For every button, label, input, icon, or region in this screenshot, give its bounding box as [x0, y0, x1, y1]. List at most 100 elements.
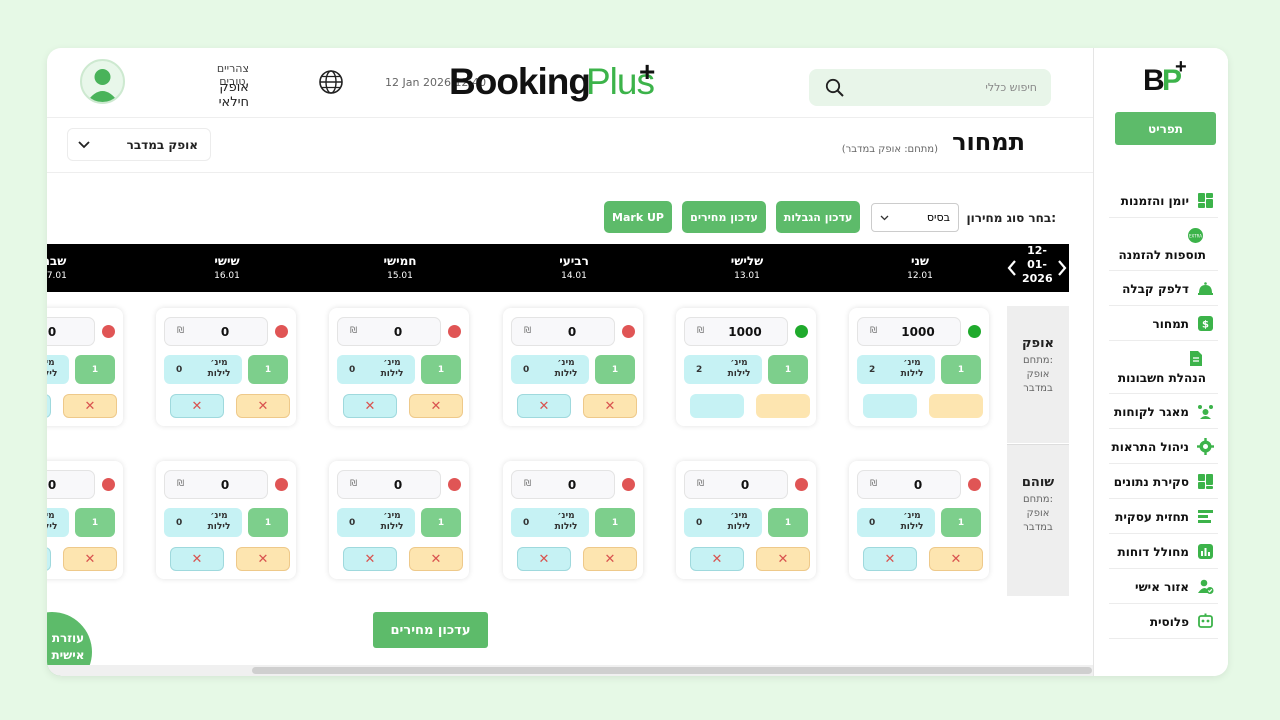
- availability-status-dot[interactable]: [448, 478, 461, 491]
- availability-status-dot[interactable]: [795, 325, 808, 338]
- global-search[interactable]: חיפוש כללי: [809, 69, 1051, 106]
- scrollbar-thumb[interactable]: [252, 667, 1092, 674]
- close-arrival-toggle[interactable]: ✕: [517, 394, 571, 418]
- sidebar-item-2[interactable]: דלפק קבלה: [1093, 271, 1228, 306]
- price-input[interactable]: ₪ 1000: [684, 317, 788, 346]
- close-departure-toggle[interactable]: ✕: [63, 547, 117, 571]
- close-departure-toggle[interactable]: ✕: [583, 394, 637, 418]
- close-departure-toggle[interactable]: ✕: [409, 394, 463, 418]
- min-nights-field[interactable]: 0מינ׳ לילות: [337, 508, 415, 537]
- menu-button[interactable]: תפריט: [1115, 112, 1216, 145]
- rooms-count[interactable]: 1: [595, 508, 635, 537]
- price-input[interactable]: ₪0: [47, 470, 95, 499]
- rooms-count[interactable]: 1: [941, 355, 981, 384]
- sidebar-item-0[interactable]: יומן והזמנות: [1093, 183, 1228, 218]
- markup-button[interactable]: Mark UP: [604, 201, 672, 233]
- close-departure-toggle[interactable]: ✕: [756, 547, 810, 571]
- min-nights-field[interactable]: 0מינ׳ לילות: [511, 508, 589, 537]
- close-departure-toggle[interactable]: [929, 394, 983, 418]
- price-input[interactable]: ₪0: [511, 470, 615, 499]
- availability-status-dot[interactable]: [622, 325, 635, 338]
- update-restrictions-button[interactable]: עדכון הגבלות: [776, 201, 860, 233]
- close-departure-toggle[interactable]: ✕: [929, 547, 983, 571]
- min-nights-field[interactable]: 2 מינ׳ לילות: [684, 355, 762, 384]
- rooms-count[interactable]: 1: [941, 508, 981, 537]
- sidebar-item-11[interactable]: פלוסית: [1093, 604, 1228, 639]
- price-input[interactable]: ₪ 1000: [857, 317, 961, 346]
- price-input[interactable]: ₪0: [164, 470, 268, 499]
- update-prices-bottom-button[interactable]: עדכון מחירים: [373, 612, 488, 648]
- availability-status-dot[interactable]: [448, 325, 461, 338]
- sidebar-item-3[interactable]: $ תמחור: [1093, 306, 1228, 341]
- rooms-count[interactable]: 1: [248, 355, 288, 384]
- sidebar-item-10[interactable]: אזור אישי: [1093, 569, 1228, 604]
- close-arrival-toggle[interactable]: [863, 394, 917, 418]
- sidebar-item-7[interactable]: סקירת נתונים: [1093, 464, 1228, 499]
- rooms-count[interactable]: 1: [75, 355, 115, 384]
- availability-status-dot[interactable]: [102, 325, 115, 338]
- rooms-count[interactable]: 1: [768, 355, 808, 384]
- close-departure-toggle[interactable]: ✕: [409, 547, 463, 571]
- globe-icon[interactable]: [318, 69, 344, 95]
- sidebar-item-6[interactable]: ניהול התראות: [1093, 429, 1228, 464]
- close-arrival-toggle[interactable]: ✕: [343, 547, 397, 571]
- min-nights-field[interactable]: 0מינ׳ לילות: [684, 508, 762, 537]
- close-departure-toggle[interactable]: [756, 394, 810, 418]
- price-input[interactable]: ₪0: [511, 317, 615, 346]
- chevron-left-icon[interactable]: [1005, 258, 1019, 278]
- search-icon[interactable]: [825, 78, 845, 98]
- sidebar-item-4[interactable]: הנהלת חשבונות: [1093, 341, 1228, 394]
- min-nights-field[interactable]: 0מינ׳ לילות: [47, 508, 69, 537]
- min-nights-field[interactable]: 0מינ׳ לילות: [511, 355, 589, 384]
- horizontal-scrollbar[interactable]: [47, 665, 1093, 676]
- price-input[interactable]: ₪0: [337, 317, 441, 346]
- price-input[interactable]: ₪0: [857, 470, 961, 499]
- sidebar-item-9[interactable]: מחולל דוחות: [1093, 534, 1228, 569]
- min-nights-field[interactable]: 0מינ׳ לילות: [857, 508, 935, 537]
- close-departure-toggle[interactable]: ✕: [583, 547, 637, 571]
- availability-status-dot[interactable]: [968, 478, 981, 491]
- availability-status-dot[interactable]: [795, 478, 808, 491]
- rate-type-select[interactable]: בסיס: [871, 203, 959, 232]
- availability-status-dot[interactable]: [102, 478, 115, 491]
- update-prices-button[interactable]: עדכון מחירים: [682, 201, 766, 233]
- min-nights-field[interactable]: 0מינ׳ לילות: [47, 355, 69, 384]
- sidebar-item-1[interactable]: EXTRA תוספות להזמנה: [1093, 218, 1228, 271]
- close-departure-toggle[interactable]: ✕: [236, 394, 290, 418]
- close-arrival-toggle[interactable]: [690, 394, 744, 418]
- min-nights-field[interactable]: 0מינ׳ לילות: [164, 355, 242, 384]
- price-input[interactable]: ₪0: [164, 317, 268, 346]
- bp-logo[interactable]: B P +: [1141, 58, 1191, 94]
- close-arrival-toggle[interactable]: ✕: [170, 547, 224, 571]
- min-nights-field[interactable]: 0מינ׳ לילות: [337, 355, 415, 384]
- close-arrival-toggle[interactable]: ✕: [863, 547, 917, 571]
- rooms-count[interactable]: 1: [421, 355, 461, 384]
- availability-status-dot[interactable]: [622, 478, 635, 491]
- close-departure-toggle[interactable]: ✕: [63, 394, 117, 418]
- close-arrival-toggle[interactable]: ✕: [343, 394, 397, 418]
- avatar[interactable]: [80, 59, 125, 104]
- price-input[interactable]: ₪0: [337, 470, 441, 499]
- availability-status-dot[interactable]: [968, 325, 981, 338]
- sidebar-item-8[interactable]: תחזית עסקית: [1093, 499, 1228, 534]
- close-arrival-toggle[interactable]: ✕: [170, 394, 224, 418]
- close-arrival-toggle[interactable]: ✕: [47, 394, 51, 418]
- close-departure-toggle[interactable]: ✕: [236, 547, 290, 571]
- price-input[interactable]: ₪0: [684, 470, 788, 499]
- price-input[interactable]: ₪0: [47, 317, 95, 346]
- min-nights-field[interactable]: 2 מינ׳ לילות: [857, 355, 935, 384]
- rooms-count[interactable]: 1: [768, 508, 808, 537]
- availability-status-dot[interactable]: [275, 325, 288, 338]
- rooms-count[interactable]: 1: [248, 508, 288, 537]
- close-arrival-toggle[interactable]: ✕: [47, 547, 51, 571]
- rooms-count[interactable]: 1: [421, 508, 461, 537]
- close-arrival-toggle[interactable]: ✕: [690, 547, 744, 571]
- search-input[interactable]: חיפוש כללי: [985, 81, 1037, 94]
- rooms-count[interactable]: 1: [75, 508, 115, 537]
- rooms-count[interactable]: 1: [595, 355, 635, 384]
- min-nights-field[interactable]: 0מינ׳ לילות: [164, 508, 242, 537]
- sidebar-item-5[interactable]: מאגר לקוחות: [1093, 394, 1228, 429]
- close-arrival-toggle[interactable]: ✕: [517, 547, 571, 571]
- complex-dropdown[interactable]: אופק במדבר: [67, 128, 211, 161]
- chevron-right-icon[interactable]: [1055, 258, 1069, 278]
